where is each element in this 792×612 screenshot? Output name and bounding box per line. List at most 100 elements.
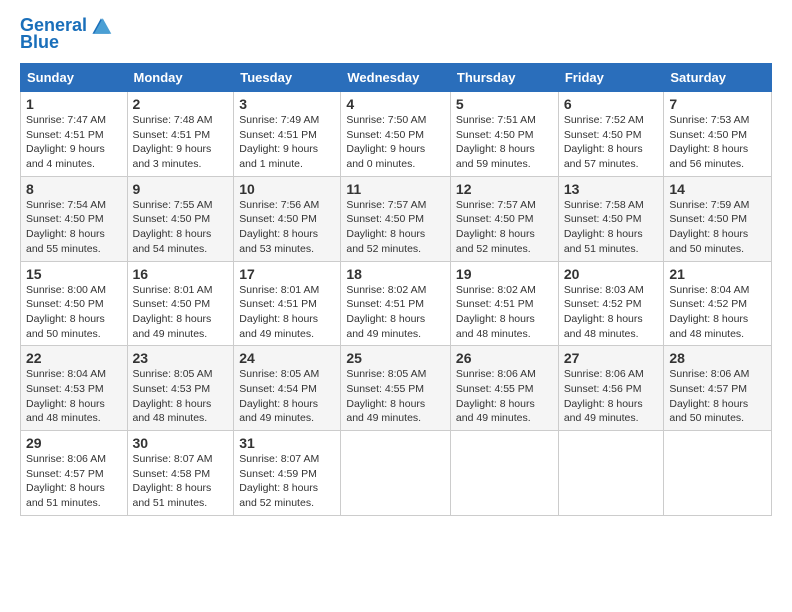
calendar-cell: 8 Sunrise: 7:54 AMSunset: 4:50 PMDayligh… bbox=[21, 176, 128, 261]
day-number: 24 bbox=[239, 350, 335, 366]
day-number: 7 bbox=[669, 96, 766, 112]
day-info: Sunrise: 8:04 AMSunset: 4:52 PMDaylight:… bbox=[669, 284, 749, 340]
weekday-sunday: Sunday bbox=[21, 64, 128, 92]
day-number: 6 bbox=[564, 96, 659, 112]
day-info: Sunrise: 8:05 AMSunset: 4:54 PMDaylight:… bbox=[239, 368, 319, 424]
calendar-cell: 17 Sunrise: 8:01 AMSunset: 4:51 PMDaylig… bbox=[234, 261, 341, 346]
day-info: Sunrise: 7:55 AMSunset: 4:50 PMDaylight:… bbox=[133, 199, 213, 255]
week-row-2: 8 Sunrise: 7:54 AMSunset: 4:50 PMDayligh… bbox=[21, 176, 772, 261]
calendar-cell: 25 Sunrise: 8:05 AMSunset: 4:55 PMDaylig… bbox=[341, 346, 451, 431]
day-info: Sunrise: 7:59 AMSunset: 4:50 PMDaylight:… bbox=[669, 199, 749, 255]
weekday-thursday: Thursday bbox=[450, 64, 558, 92]
day-number: 17 bbox=[239, 266, 335, 282]
header: General Blue bbox=[20, 16, 772, 53]
calendar-cell: 21 Sunrise: 8:04 AMSunset: 4:52 PMDaylig… bbox=[664, 261, 772, 346]
day-number: 14 bbox=[669, 181, 766, 197]
day-info: Sunrise: 8:01 AMSunset: 4:51 PMDaylight:… bbox=[239, 284, 319, 340]
calendar-cell: 14 Sunrise: 7:59 AMSunset: 4:50 PMDaylig… bbox=[664, 176, 772, 261]
logo: General Blue bbox=[20, 16, 113, 53]
day-number: 3 bbox=[239, 96, 335, 112]
day-number: 11 bbox=[346, 181, 445, 197]
day-number: 4 bbox=[346, 96, 445, 112]
calendar-cell: 24 Sunrise: 8:05 AMSunset: 4:54 PMDaylig… bbox=[234, 346, 341, 431]
calendar-cell: 13 Sunrise: 7:58 AMSunset: 4:50 PMDaylig… bbox=[558, 176, 664, 261]
calendar-cell: 20 Sunrise: 8:03 AMSunset: 4:52 PMDaylig… bbox=[558, 261, 664, 346]
day-number: 29 bbox=[26, 435, 122, 451]
calendar-cell: 26 Sunrise: 8:06 AMSunset: 4:55 PMDaylig… bbox=[450, 346, 558, 431]
day-number: 9 bbox=[133, 181, 229, 197]
day-number: 19 bbox=[456, 266, 553, 282]
day-info: Sunrise: 7:47 AMSunset: 4:51 PMDaylight:… bbox=[26, 114, 106, 170]
week-row-1: 1 Sunrise: 7:47 AMSunset: 4:51 PMDayligh… bbox=[21, 92, 772, 177]
calendar-cell: 16 Sunrise: 8:01 AMSunset: 4:50 PMDaylig… bbox=[127, 261, 234, 346]
day-info: Sunrise: 8:03 AMSunset: 4:52 PMDaylight:… bbox=[564, 284, 644, 340]
week-row-4: 22 Sunrise: 8:04 AMSunset: 4:53 PMDaylig… bbox=[21, 346, 772, 431]
day-number: 31 bbox=[239, 435, 335, 451]
day-info: Sunrise: 8:02 AMSunset: 4:51 PMDaylight:… bbox=[346, 284, 426, 340]
weekday-header-row: SundayMondayTuesdayWednesdayThursdayFrid… bbox=[21, 64, 772, 92]
calendar-cell: 1 Sunrise: 7:47 AMSunset: 4:51 PMDayligh… bbox=[21, 92, 128, 177]
day-number: 30 bbox=[133, 435, 229, 451]
day-info: Sunrise: 8:07 AMSunset: 4:59 PMDaylight:… bbox=[239, 453, 319, 509]
calendar-cell: 9 Sunrise: 7:55 AMSunset: 4:50 PMDayligh… bbox=[127, 176, 234, 261]
day-info: Sunrise: 7:50 AMSunset: 4:50 PMDaylight:… bbox=[346, 114, 426, 170]
day-info: Sunrise: 7:58 AMSunset: 4:50 PMDaylight:… bbox=[564, 199, 644, 255]
calendar-cell: 5 Sunrise: 7:51 AMSunset: 4:50 PMDayligh… bbox=[450, 92, 558, 177]
day-info: Sunrise: 8:06 AMSunset: 4:55 PMDaylight:… bbox=[456, 368, 536, 424]
calendar-cell: 11 Sunrise: 7:57 AMSunset: 4:50 PMDaylig… bbox=[341, 176, 451, 261]
day-number: 5 bbox=[456, 96, 553, 112]
week-row-5: 29 Sunrise: 8:06 AMSunset: 4:57 PMDaylig… bbox=[21, 431, 772, 516]
calendar-cell: 22 Sunrise: 8:04 AMSunset: 4:53 PMDaylig… bbox=[21, 346, 128, 431]
day-info: Sunrise: 8:07 AMSunset: 4:58 PMDaylight:… bbox=[133, 453, 213, 509]
calendar-cell: 6 Sunrise: 7:52 AMSunset: 4:50 PMDayligh… bbox=[558, 92, 664, 177]
day-info: Sunrise: 8:06 AMSunset: 4:57 PMDaylight:… bbox=[669, 368, 749, 424]
day-number: 2 bbox=[133, 96, 229, 112]
weekday-tuesday: Tuesday bbox=[234, 64, 341, 92]
day-number: 13 bbox=[564, 181, 659, 197]
day-info: Sunrise: 7:48 AMSunset: 4:51 PMDaylight:… bbox=[133, 114, 213, 170]
day-info: Sunrise: 7:57 AMSunset: 4:50 PMDaylight:… bbox=[456, 199, 536, 255]
day-number: 28 bbox=[669, 350, 766, 366]
weekday-saturday: Saturday bbox=[664, 64, 772, 92]
day-info: Sunrise: 7:57 AMSunset: 4:50 PMDaylight:… bbox=[346, 199, 426, 255]
calendar-cell: 27 Sunrise: 8:06 AMSunset: 4:56 PMDaylig… bbox=[558, 346, 664, 431]
calendar-cell: 15 Sunrise: 8:00 AMSunset: 4:50 PMDaylig… bbox=[21, 261, 128, 346]
calendar-cell: 19 Sunrise: 8:02 AMSunset: 4:51 PMDaylig… bbox=[450, 261, 558, 346]
weekday-monday: Monday bbox=[127, 64, 234, 92]
day-info: Sunrise: 7:54 AMSunset: 4:50 PMDaylight:… bbox=[26, 199, 106, 255]
calendar-cell: 18 Sunrise: 8:02 AMSunset: 4:51 PMDaylig… bbox=[341, 261, 451, 346]
page: General Blue SundayMondayTuesdayWednesda… bbox=[0, 0, 792, 532]
day-info: Sunrise: 8:01 AMSunset: 4:50 PMDaylight:… bbox=[133, 284, 213, 340]
weekday-wednesday: Wednesday bbox=[341, 64, 451, 92]
calendar-cell: 23 Sunrise: 8:05 AMSunset: 4:53 PMDaylig… bbox=[127, 346, 234, 431]
weekday-friday: Friday bbox=[558, 64, 664, 92]
calendar-cell: 28 Sunrise: 8:06 AMSunset: 4:57 PMDaylig… bbox=[664, 346, 772, 431]
day-info: Sunrise: 7:49 AMSunset: 4:51 PMDaylight:… bbox=[239, 114, 319, 170]
calendar-cell: 30 Sunrise: 8:07 AMSunset: 4:58 PMDaylig… bbox=[127, 431, 234, 516]
calendar-cell bbox=[341, 431, 451, 516]
calendar-cell: 2 Sunrise: 7:48 AMSunset: 4:51 PMDayligh… bbox=[127, 92, 234, 177]
calendar-cell bbox=[450, 431, 558, 516]
day-info: Sunrise: 8:04 AMSunset: 4:53 PMDaylight:… bbox=[26, 368, 106, 424]
calendar-cell: 29 Sunrise: 8:06 AMSunset: 4:57 PMDaylig… bbox=[21, 431, 128, 516]
calendar-cell: 10 Sunrise: 7:56 AMSunset: 4:50 PMDaylig… bbox=[234, 176, 341, 261]
day-number: 10 bbox=[239, 181, 335, 197]
day-info: Sunrise: 7:56 AMSunset: 4:50 PMDaylight:… bbox=[239, 199, 319, 255]
day-number: 18 bbox=[346, 266, 445, 282]
calendar-cell: 4 Sunrise: 7:50 AMSunset: 4:50 PMDayligh… bbox=[341, 92, 451, 177]
calendar-cell bbox=[664, 431, 772, 516]
day-number: 26 bbox=[456, 350, 553, 366]
day-info: Sunrise: 8:06 AMSunset: 4:57 PMDaylight:… bbox=[26, 453, 106, 509]
day-number: 15 bbox=[26, 266, 122, 282]
day-number: 20 bbox=[564, 266, 659, 282]
day-number: 12 bbox=[456, 181, 553, 197]
calendar-cell: 12 Sunrise: 7:57 AMSunset: 4:50 PMDaylig… bbox=[450, 176, 558, 261]
day-info: Sunrise: 7:53 AMSunset: 4:50 PMDaylight:… bbox=[669, 114, 749, 170]
calendar-cell: 7 Sunrise: 7:53 AMSunset: 4:50 PMDayligh… bbox=[664, 92, 772, 177]
calendar-cell: 31 Sunrise: 8:07 AMSunset: 4:59 PMDaylig… bbox=[234, 431, 341, 516]
day-info: Sunrise: 8:05 AMSunset: 4:53 PMDaylight:… bbox=[133, 368, 213, 424]
week-row-3: 15 Sunrise: 8:00 AMSunset: 4:50 PMDaylig… bbox=[21, 261, 772, 346]
day-number: 22 bbox=[26, 350, 122, 366]
day-info: Sunrise: 8:02 AMSunset: 4:51 PMDaylight:… bbox=[456, 284, 536, 340]
day-number: 25 bbox=[346, 350, 445, 366]
